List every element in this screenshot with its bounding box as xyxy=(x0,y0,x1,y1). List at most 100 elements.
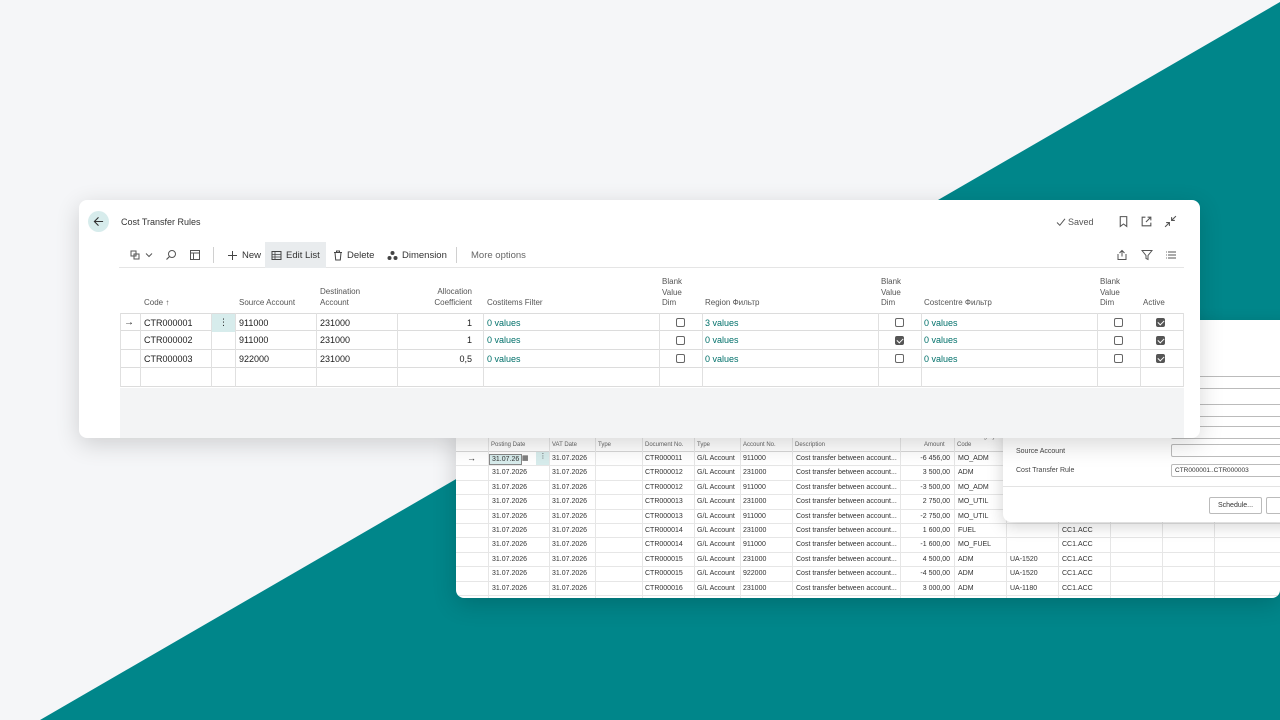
table-row[interactable]: → CTR000001 ⋮ 911000 231000 1 0 values 3… xyxy=(120,312,1184,332)
column-header-region-filter[interactable]: Region Фильтр xyxy=(705,298,759,309)
source-account-cell[interactable]: 922000 xyxy=(239,354,269,364)
blank-value-dim-checkbox[interactable] xyxy=(676,354,685,363)
blank-value-dim-checkbox[interactable] xyxy=(895,318,904,327)
blank-value-dim-checkbox[interactable] xyxy=(895,354,904,363)
filter-icon[interactable] xyxy=(1141,249,1153,261)
costcentre-filter-link[interactable]: 0 values xyxy=(924,318,958,328)
table-row[interactable]: 31.07.2026 31.07.2026 CTR000014 G/L Acco… xyxy=(456,524,1280,539)
costcentre-filter-link[interactable]: 0 values xyxy=(924,354,958,364)
region-filter-link[interactable]: 0 values xyxy=(705,335,739,345)
blank-value-dim-checkbox[interactable] xyxy=(895,335,904,345)
costcentre-filter-link[interactable]: 0 values xyxy=(924,335,958,345)
checkmark-icon xyxy=(1056,218,1066,227)
column-header-costcentre-filter[interactable]: Costcentre Фильтр xyxy=(924,298,992,309)
destination-account-cell[interactable]: 231000 xyxy=(320,318,350,328)
bookmark-icon[interactable] xyxy=(1117,215,1130,228)
column-header-active[interactable]: Active xyxy=(1143,298,1165,309)
actions-icon xyxy=(130,250,140,260)
share-icon[interactable] xyxy=(1116,249,1128,261)
table-row[interactable]: 31.07.2026 31.07.2026 CTR000016 G/L Acco… xyxy=(456,582,1280,596)
list-view-icon[interactable] xyxy=(1165,249,1177,261)
column-divider xyxy=(1140,313,1141,387)
table-row[interactable]: 31.07.2026 31.07.2026 CTR000015 G/L Acco… xyxy=(456,553,1280,568)
vat-date: 31.07.2026 xyxy=(552,570,588,578)
code-cell[interactable]: CTR000001 xyxy=(144,318,193,328)
schedule-button[interactable]: Schedule... xyxy=(1209,497,1262,514)
edit-list-button[interactable]: Edit List xyxy=(265,242,326,268)
column-header-blank-value-dim[interactable]: Blank Value Dim xyxy=(1100,277,1120,309)
table-row[interactable]: CTR000003 922000 231000 0,5 0 values 0 v… xyxy=(120,350,1184,368)
document-no: CTR000012 xyxy=(645,483,683,491)
column-divider xyxy=(921,313,922,387)
vat-date: 31.07.2026 xyxy=(552,541,588,549)
document-no: CTR000015 xyxy=(645,570,683,578)
amount: -3 500,00 xyxy=(920,483,950,491)
search-options-button[interactable] xyxy=(123,242,159,268)
costitems-filter-link[interactable]: 0 values xyxy=(487,354,521,364)
costitems-filter-link[interactable]: 0 values xyxy=(487,318,521,328)
open-new-window-icon[interactable] xyxy=(1140,215,1153,228)
code-cell[interactable]: CTR000003 xyxy=(144,354,193,364)
more-options-button[interactable]: More options xyxy=(465,242,532,268)
column-divider xyxy=(549,426,550,598)
column-header-code[interactable]: Code ↑ xyxy=(144,298,169,309)
row-menu-icon[interactable]: ⋮ xyxy=(212,313,235,332)
table-row[interactable]: CTR000002 911000 231000 1 0 values 0 val… xyxy=(120,331,1184,350)
column-header-source-account[interactable]: Source Account xyxy=(239,298,295,309)
table-row[interactable]: 31.07.2026 31.07.2026 CTR000014 G/L Acco… xyxy=(456,538,1280,553)
allocation-coefficient-cell[interactable]: 1 xyxy=(467,318,472,328)
code-cell[interactable]: CTR000002 xyxy=(144,335,193,345)
region-filter-link[interactable]: 0 values xyxy=(705,354,739,364)
cost-transfer-rule-input[interactable]: CTR000001..CTR000003 xyxy=(1171,464,1280,477)
column-header-destination-account[interactable]: Destination Account xyxy=(320,287,360,308)
table-row-empty[interactable] xyxy=(120,368,1184,387)
source-account-cell[interactable]: 911000 xyxy=(239,318,268,328)
column-header-blank-value-dim[interactable]: Blank Value Dim xyxy=(881,277,901,309)
back-button[interactable] xyxy=(88,211,109,232)
destination-account-cell[interactable]: 231000 xyxy=(320,354,350,364)
dimension-button[interactable]: Dimension xyxy=(381,242,453,268)
blank-value-dim-checkbox[interactable] xyxy=(1114,335,1123,345)
blank-value-dim-checkbox[interactable] xyxy=(1114,354,1123,363)
description: Cost transfer between account... xyxy=(796,483,897,491)
active-checkbox[interactable] xyxy=(1156,318,1165,327)
search-button[interactable] xyxy=(159,242,183,268)
delete-button[interactable]: Delete xyxy=(327,242,380,268)
cost-category: FUEL xyxy=(958,527,976,534)
source-account-input[interactable] xyxy=(1171,444,1280,457)
active-checkbox[interactable] xyxy=(1156,354,1165,363)
new-button[interactable]: New xyxy=(221,242,267,268)
destination-account-cell[interactable]: 231000 xyxy=(320,335,350,345)
costitems-filter-link[interactable]: 0 values xyxy=(487,335,521,345)
account-type: G/L Account xyxy=(697,555,735,563)
collapse-icon[interactable] xyxy=(1164,215,1177,228)
posting-date-input[interactable]: 31.07.26 xyxy=(489,454,523,465)
blank-value-dim-checkbox[interactable] xyxy=(676,335,685,345)
region-filter-link[interactable]: 3 values xyxy=(705,318,739,328)
column-header-blank-value-dim[interactable]: Blank Value Dim xyxy=(662,277,682,309)
account-type: G/L Account xyxy=(697,483,735,491)
source-account-cell[interactable]: 911000 xyxy=(239,335,268,345)
dimension-value: CC1.ACC xyxy=(1062,555,1093,563)
blank-value-dim-checkbox[interactable] xyxy=(1114,318,1123,327)
cost-category: ADM xyxy=(958,570,974,578)
row-menu-icon[interactable]: ⋮ xyxy=(536,452,550,465)
table-row[interactable]: 31.07.2026 31.07.2026 CTR000015 G/L Acco… xyxy=(456,567,1280,582)
allocation-coefficient-cell[interactable]: 1 xyxy=(467,335,472,345)
plus-icon xyxy=(228,250,237,260)
view-layout-button[interactable] xyxy=(183,242,207,268)
column-divider xyxy=(1097,313,1098,387)
allocation-coefficient-cell[interactable]: 0,5 xyxy=(459,354,472,364)
saved-status: Saved xyxy=(1056,217,1094,227)
blank-value-dim-checkbox[interactable] xyxy=(676,318,685,327)
column-header-allocation-coefficient[interactable]: Allocation Coefficient xyxy=(434,287,472,308)
document-no: CTR000014 xyxy=(645,527,683,534)
column-header-costitems-filter[interactable]: Costitems Filter xyxy=(487,298,543,309)
description: Cost transfer between account... xyxy=(796,584,897,592)
active-checkbox[interactable] xyxy=(1156,335,1165,345)
cost-category: MO_UTIL xyxy=(958,512,989,520)
calendar-icon[interactable]: ▦ xyxy=(522,454,529,462)
ok-button[interactable] xyxy=(1266,497,1280,514)
page-title: Cost Transfer Rules xyxy=(121,217,201,227)
posting-date: 31.07.2026 xyxy=(492,555,528,563)
